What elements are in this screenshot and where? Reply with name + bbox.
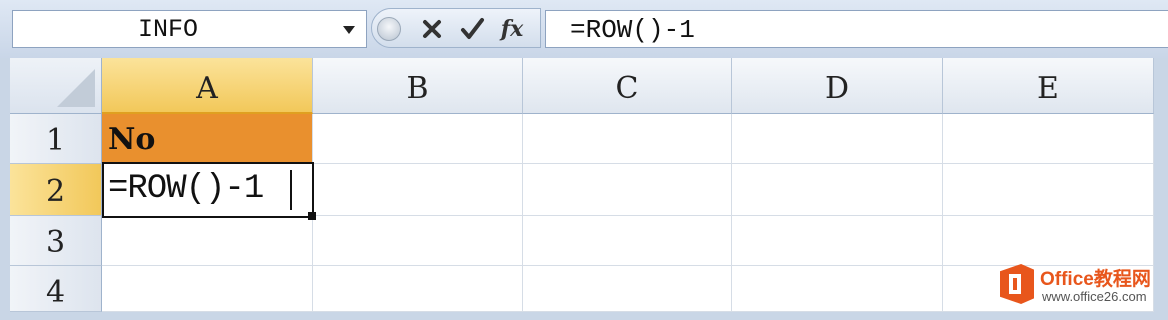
cell-a4[interactable] [102,266,313,312]
column-header-c[interactable]: C [523,58,732,114]
name-box[interactable]: INFO [12,10,367,48]
fx-icon: fx [500,16,524,42]
column-header-e[interactable]: E [943,58,1154,114]
watermark-url: www.office26.com [1042,289,1147,304]
left-margin [0,58,10,312]
select-all-icon [57,69,95,107]
row-header-2[interactable]: 2 [10,164,102,216]
cell-c3[interactable] [523,216,732,266]
watermark-title: Office教程网 [1040,269,1151,290]
spreadsheet-grid: A B C D E 1 2 3 4 No =ROW()-1 [0,58,1168,312]
column-header-d[interactable]: D [732,58,943,114]
cell-a3[interactable] [102,216,313,266]
check-icon [461,18,484,39]
cell-a1-text: No [108,122,156,157]
cell-a1[interactable]: No [102,114,313,164]
chevron-down-icon[interactable] [343,26,355,34]
row-header-3[interactable]: 3 [10,216,102,266]
formula-input[interactable]: =ROW()-1 [545,10,1168,48]
cell-b1[interactable] [313,114,523,164]
resize-handle-icon[interactable] [377,17,401,41]
cell-e2[interactable] [943,164,1154,216]
cell-c2[interactable] [523,164,732,216]
cell-d3[interactable] [732,216,943,266]
cell-e1[interactable] [943,114,1154,164]
watermark: Office教程网 www.office26.com [1000,262,1168,312]
cell-d2[interactable] [732,164,943,216]
column-header-a[interactable]: A [102,58,313,114]
cell-b2[interactable] [313,164,523,216]
office-logo-icon [1000,264,1034,304]
active-cell-a2[interactable]: =ROW()-1 [102,162,314,218]
x-icon [423,20,441,38]
cell-b4[interactable] [313,266,523,312]
column-header-b[interactable]: B [313,58,523,114]
cell-e3[interactable] [943,216,1154,266]
row-header-1[interactable]: 1 [10,114,102,164]
formula-button-group: fx [371,8,541,48]
cell-b3[interactable] [313,216,523,266]
cell-c4[interactable] [523,266,732,312]
cell-a2-text: =ROW()-1 [108,170,264,208]
name-box-value: INFO [138,15,199,44]
formula-bar: INFO fx =ROW()-1 [0,0,1168,59]
insert-function-button[interactable]: fx [496,13,528,45]
select-all-button[interactable] [10,58,102,114]
enter-button[interactable] [456,13,488,45]
row-header-4[interactable]: 4 [10,266,102,312]
cancel-button[interactable] [416,13,448,45]
cell-d1[interactable] [732,114,943,164]
formula-text: =ROW()-1 [570,15,695,45]
text-caret [290,170,292,210]
fill-handle[interactable] [308,212,316,220]
cell-d4[interactable] [732,266,943,312]
cell-c1[interactable] [523,114,732,164]
